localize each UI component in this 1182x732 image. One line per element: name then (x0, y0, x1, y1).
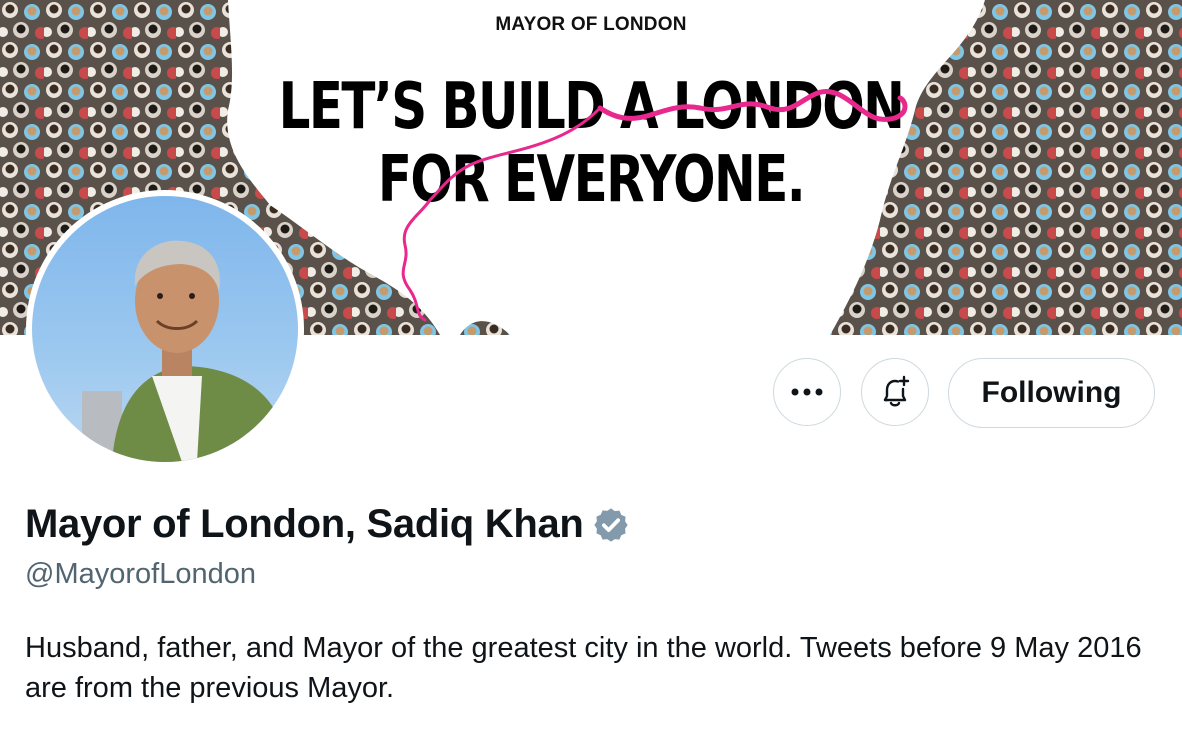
more-options-button[interactable] (773, 358, 841, 426)
following-button[interactable]: Following (948, 358, 1155, 428)
avatar-photo (32, 196, 298, 462)
ellipsis-icon (791, 388, 823, 396)
profile-bio: Husband, father, and Mayor of the greate… (25, 632, 1142, 704)
bell-plus-icon (883, 375, 910, 407)
notifications-button[interactable] (861, 358, 929, 426)
verified-badge-icon (593, 507, 628, 542)
profile-avatar[interactable] (26, 190, 304, 468)
user-handle: @MayorofLondon (25, 558, 256, 590)
display-name: Mayor of London, Sadiq Khan (25, 502, 584, 546)
name-row: Mayor of London, Sadiq Khan (25, 502, 630, 547)
